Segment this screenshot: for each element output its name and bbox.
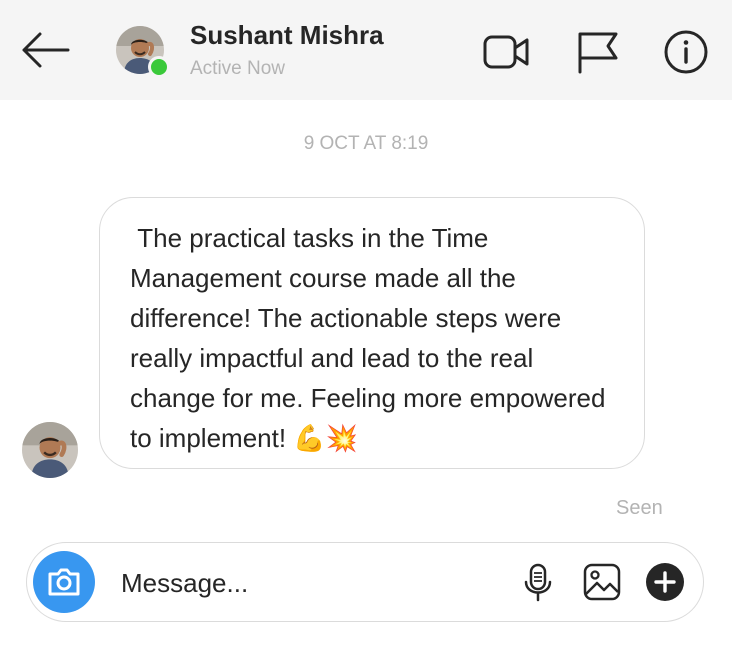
flag-icon — [578, 32, 618, 74]
camera-icon — [48, 568, 80, 596]
contact-status: Active Now — [190, 58, 286, 79]
message-timestamp: 9 OCT AT 8:19 — [303, 133, 429, 154]
add-button[interactable] — [645, 562, 685, 602]
online-status-dot — [148, 56, 170, 78]
profile-photo — [22, 422, 78, 478]
gallery-icon — [583, 563, 621, 601]
sender-avatar[interactable] — [22, 422, 78, 478]
message-composer — [26, 542, 704, 622]
message-bubble[interactable]: The practical tasks in the Time Manageme… — [99, 197, 645, 469]
microphone-icon — [524, 563, 552, 602]
voice-message-button[interactable] — [518, 562, 558, 602]
contact-name[interactable]: Sushant Mishra — [190, 20, 384, 51]
video-call-button[interactable] — [482, 28, 530, 76]
back-button[interactable] — [18, 28, 72, 72]
camera-button[interactable] — [33, 551, 95, 613]
arrow-left-icon — [22, 32, 70, 68]
message-text: The practical tasks in the Time Manageme… — [130, 223, 613, 453]
message-input[interactable] — [121, 563, 491, 603]
video-call-icon — [483, 35, 529, 69]
seen-indicator: Seen — [616, 497, 663, 519]
add-icon — [646, 563, 684, 601]
info-button[interactable] — [662, 28, 710, 76]
gallery-button[interactable] — [582, 562, 622, 602]
report-button[interactable] — [574, 28, 622, 76]
info-icon — [664, 30, 708, 74]
chat-header: Sushant Mishra Active Now — [0, 0, 732, 100]
